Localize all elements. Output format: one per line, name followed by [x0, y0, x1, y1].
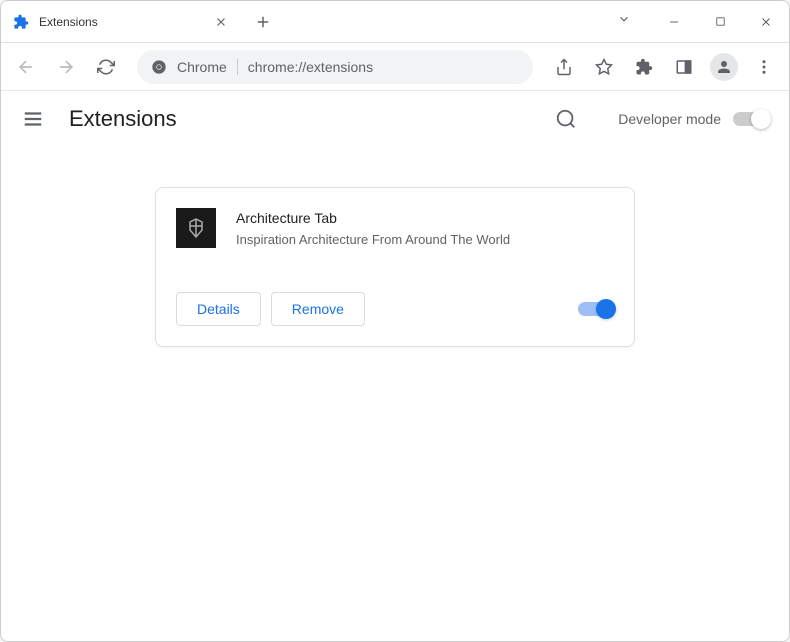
- toolbar: Chrome chrome://extensions: [1, 43, 789, 91]
- titlebar: Extensions: [1, 1, 789, 43]
- search-icon[interactable]: [554, 107, 578, 131]
- close-icon[interactable]: [213, 14, 229, 30]
- tab-title: Extensions: [39, 15, 203, 29]
- chevron-down-icon[interactable]: [597, 12, 651, 31]
- profile-button[interactable]: [707, 50, 741, 84]
- sidepanel-icon[interactable]: [667, 50, 701, 84]
- page-header: Extensions Developer mode: [1, 91, 789, 147]
- chrome-icon: [151, 59, 167, 75]
- developer-mode-toggle[interactable]: [733, 112, 769, 126]
- extension-card: Architecture Tab Inspiration Architectur…: [155, 187, 635, 347]
- close-window-button[interactable]: [743, 1, 789, 43]
- window-controls: [597, 1, 789, 42]
- reload-button[interactable]: [89, 50, 123, 84]
- person-icon: [710, 53, 738, 81]
- forward-button[interactable]: [49, 50, 83, 84]
- remove-button[interactable]: Remove: [271, 292, 365, 326]
- star-icon[interactable]: [587, 50, 621, 84]
- extension-description: Inspiration Architecture From Around The…: [236, 232, 614, 247]
- puzzle-icon: [13, 14, 29, 30]
- maximize-button[interactable]: [697, 1, 743, 43]
- back-button[interactable]: [9, 50, 43, 84]
- address-bar[interactable]: Chrome chrome://extensions: [137, 50, 533, 84]
- menu-icon[interactable]: [747, 50, 781, 84]
- extension-enable-toggle[interactable]: [578, 302, 614, 316]
- developer-mode-label: Developer mode: [618, 111, 721, 127]
- extension-icon: [176, 208, 216, 248]
- browser-window: Extensions: [0, 0, 790, 642]
- extensions-icon[interactable]: [627, 50, 661, 84]
- developer-mode: Developer mode: [618, 111, 769, 127]
- page-content: Extensions Developer mode Architecture T…: [1, 91, 789, 641]
- address-prefix: Chrome: [177, 59, 227, 75]
- hamburger-icon[interactable]: [21, 107, 45, 131]
- address-url: chrome://extensions: [248, 59, 373, 75]
- extension-name: Architecture Tab: [236, 210, 614, 226]
- browser-tab[interactable]: Extensions: [1, 1, 241, 42]
- new-tab-button[interactable]: [249, 1, 277, 42]
- minimize-button[interactable]: [651, 1, 697, 43]
- extensions-list: Architecture Tab Inspiration Architectur…: [1, 147, 789, 347]
- page-title: Extensions: [69, 106, 177, 132]
- share-icon[interactable]: [547, 50, 581, 84]
- details-button[interactable]: Details: [176, 292, 261, 326]
